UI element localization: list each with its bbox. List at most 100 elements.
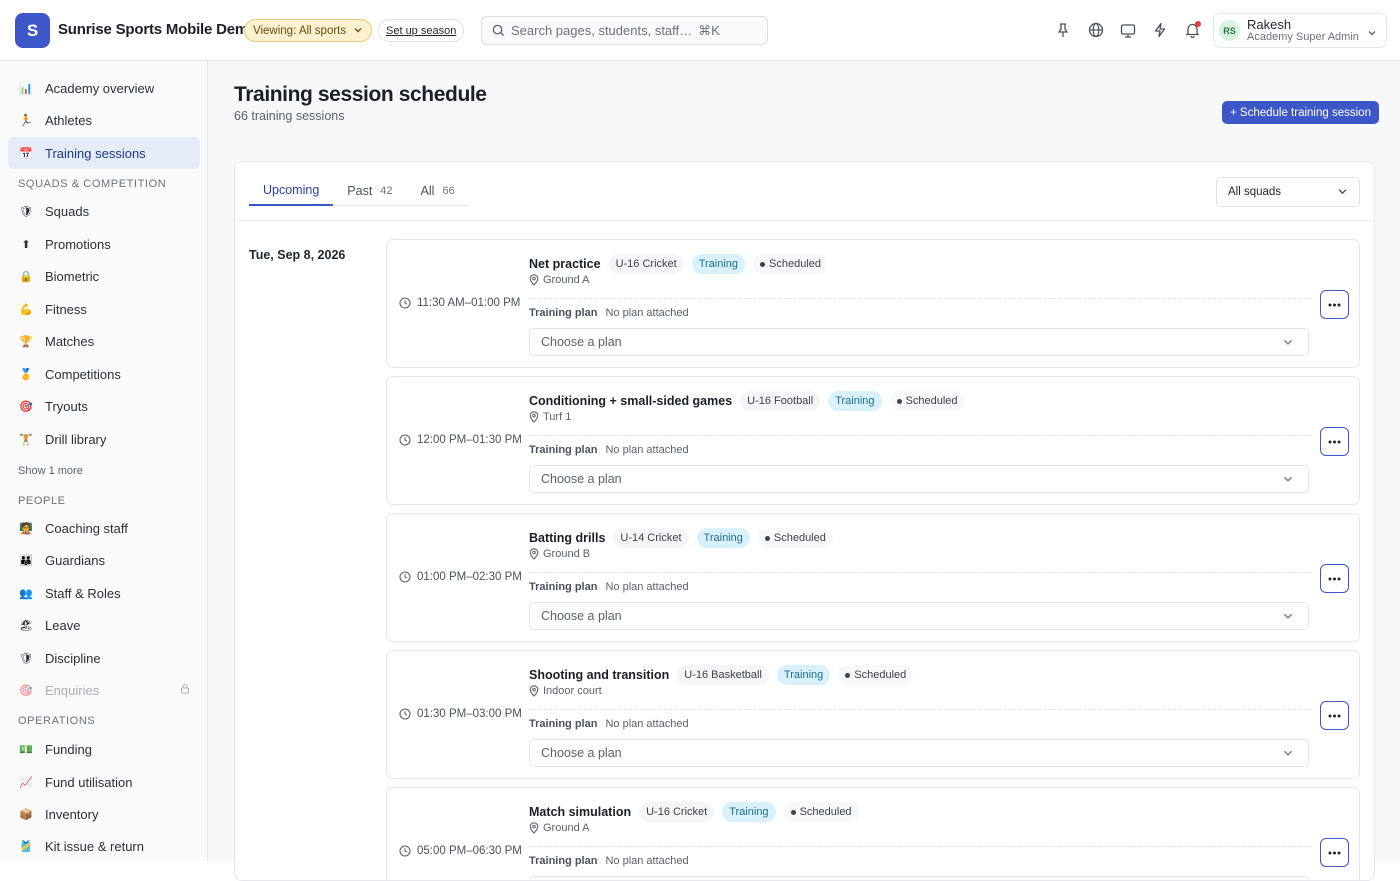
- sidebar-item-tryouts[interactable]: 🎯 Tryouts: [8, 390, 200, 422]
- sidebar-item-athletes[interactable]: 🏃 Athletes: [8, 104, 200, 136]
- sidebar-item-competitions[interactable]: 🥇 Competitions: [8, 358, 200, 390]
- shield-icon: 🛡: [19, 205, 33, 218]
- sidebar-item-label: Matches: [45, 333, 95, 349]
- divider: [529, 435, 1311, 436]
- muscle-icon: 💪: [19, 303, 33, 316]
- type-badge: Training: [696, 528, 750, 548]
- show-more-link[interactable]: Show 1 more: [18, 465, 83, 477]
- sidebar-item-academy-overview[interactable]: 📊 Academy overview: [8, 72, 200, 104]
- lightning-icon[interactable]: [1151, 21, 1169, 39]
- tab-upcoming[interactable]: Upcoming: [249, 176, 334, 206]
- more-actions-button[interactable]: [1320, 290, 1349, 319]
- session-card: 12:00 PM–01:30 PM Conditioning + small-s…: [386, 376, 1360, 505]
- location-text: Turf 1: [543, 411, 572, 423]
- training-plan-row: Training plan No plan attached: [529, 444, 689, 456]
- location-text: Ground A: [543, 274, 590, 286]
- tab-past[interactable]: Past 42: [333, 176, 406, 206]
- session-header: Match simulation U-16 Cricket Training S…: [529, 802, 859, 822]
- sidebar-item-staff-roles[interactable]: 👥 Staff & Roles: [8, 577, 200, 609]
- session-title[interactable]: Match simulation: [529, 805, 631, 819]
- date-heading: Tue, Sep 8, 2026: [249, 248, 346, 262]
- sidebar-item-fund-utilisation[interactable]: 📈 Fund utilisation: [8, 766, 200, 798]
- squad-filter-select[interactable]: All squads: [1216, 177, 1360, 207]
- more-actions-button[interactable]: [1320, 564, 1349, 593]
- sidebar-item-label: Competitions: [45, 366, 121, 382]
- more-actions-button[interactable]: [1320, 838, 1349, 867]
- sidebar-item-matches[interactable]: 🏆 Matches: [8, 325, 200, 357]
- session-time: 05:00 PM–06:30 PM: [399, 845, 522, 857]
- user-menu[interactable]: RS Rakesh Academy Super Admin: [1213, 13, 1387, 48]
- plan-select[interactable]: Choose a plan: [529, 876, 1309, 880]
- session-time: 12:00 PM–01:30 PM: [399, 434, 522, 446]
- training-plan-row: Training plan No plan attached: [529, 855, 689, 867]
- pin-icon[interactable]: [1054, 21, 1072, 39]
- session-title[interactable]: Net practice: [529, 257, 601, 271]
- plan-select[interactable]: Choose a plan: [529, 602, 1309, 630]
- training-plan-label: Training plan: [529, 855, 598, 867]
- tab-all[interactable]: All 66: [407, 176, 469, 206]
- sidebar-item-label: Tryouts: [45, 398, 88, 414]
- sidebar-item-kit-issue[interactable]: 🎽 Kit issue & return: [8, 830, 200, 862]
- plan-select[interactable]: Choose a plan: [529, 465, 1309, 493]
- sidebar-item-guardians[interactable]: 👪 Guardians: [8, 544, 200, 576]
- sidebar-item-label: Discipline: [45, 650, 101, 666]
- schedule-training-session-button[interactable]: + Schedule training session: [1222, 101, 1379, 124]
- status-dot: [845, 672, 851, 678]
- people-icon: 👥: [19, 587, 33, 600]
- sidebar-item-funding[interactable]: 💵 Funding: [8, 733, 200, 765]
- app-logo[interactable]: S: [15, 13, 50, 48]
- training-plan-value: No plan attached: [605, 307, 689, 319]
- clock-icon: [399, 845, 411, 857]
- sidebar-item-discipline[interactable]: 🛡 Discipline: [8, 642, 200, 674]
- training-plan-value: No plan attached: [605, 581, 689, 593]
- plan-select[interactable]: Choose a plan: [529, 739, 1309, 767]
- tab-count: 42: [380, 185, 393, 197]
- divider: [529, 709, 1311, 710]
- session-header: Shooting and transition U-16 Basketball …: [529, 665, 914, 685]
- globe-icon[interactable]: [1087, 21, 1105, 39]
- monitor-icon[interactable]: [1119, 21, 1137, 39]
- sidebar: 📊 Academy overview 🏃 Athletes 📅 Training…: [0, 61, 208, 861]
- session-title[interactable]: Batting drills: [529, 531, 605, 545]
- sidebar-item-leave[interactable]: 🏖 Leave: [8, 609, 200, 641]
- session-title[interactable]: Shooting and transition: [529, 668, 669, 682]
- sidebar-item-coaching-staff[interactable]: 🧑‍🏫 Coaching staff: [8, 512, 200, 544]
- training-plan-label: Training plan: [529, 718, 598, 730]
- setup-season-link[interactable]: Set up season: [378, 19, 465, 42]
- divider: [235, 220, 1374, 221]
- squad-badge: U-14 Cricket: [613, 528, 689, 548]
- sidebar-item-inventory[interactable]: 📦 Inventory: [8, 798, 200, 830]
- plan-select[interactable]: Choose a plan: [529, 328, 1309, 356]
- session-header: Net practice U-16 Cricket Training Sched…: [529, 254, 829, 274]
- page-subtitle: 66 training sessions: [234, 109, 345, 123]
- clock-icon: [399, 571, 411, 583]
- squad-filter-value: All squads: [1228, 186, 1282, 198]
- sidebar-item-label: Guardians: [45, 552, 105, 568]
- plan-select-placeholder: Choose a plan: [541, 335, 622, 349]
- sidebar-item-training-sessions[interactable]: 📅 Training sessions: [8, 137, 200, 169]
- sidebar-item-biometric[interactable]: 🔒 Biometric: [8, 260, 200, 292]
- more-actions-button[interactable]: [1320, 701, 1349, 730]
- status-badge: Scheduled: [753, 254, 829, 274]
- session-time-text: 01:00 PM–02:30 PM: [417, 571, 522, 583]
- more-actions-button[interactable]: [1320, 427, 1349, 456]
- sidebar-item-fitness[interactable]: 💪 Fitness: [8, 293, 200, 325]
- section-label-operations: OPERATIONS: [18, 715, 96, 727]
- sidebar-item-promotions[interactable]: ⬆ Promotions: [8, 228, 200, 260]
- trophy-icon: 🏆: [19, 335, 33, 348]
- sport-filter-button[interactable]: Viewing: All sports: [244, 19, 373, 42]
- notification-dot: [1195, 21, 1201, 27]
- session-time: 01:00 PM–02:30 PM: [399, 571, 522, 583]
- status-text: Scheduled: [769, 258, 822, 270]
- session-title[interactable]: Conditioning + small-sided games: [529, 394, 732, 408]
- squad-badge: U-16 Cricket: [639, 802, 715, 822]
- sidebar-item-enquiries[interactable]: 🎯 Enquiries: [8, 674, 200, 706]
- sidebar-item-squads[interactable]: 🛡 Squads: [8, 195, 200, 227]
- clock-icon: [399, 297, 411, 309]
- sidebar-item-drill-library[interactable]: 🏋 Drill library: [8, 423, 200, 455]
- type-badge: Training: [722, 802, 776, 822]
- search-input[interactable]: Search pages, students, staff… ⌘K: [481, 16, 768, 45]
- sidebar-item-label: Fitness: [45, 301, 87, 317]
- plan-select-placeholder: Choose a plan: [541, 472, 622, 486]
- bell-icon[interactable]: [1183, 21, 1201, 39]
